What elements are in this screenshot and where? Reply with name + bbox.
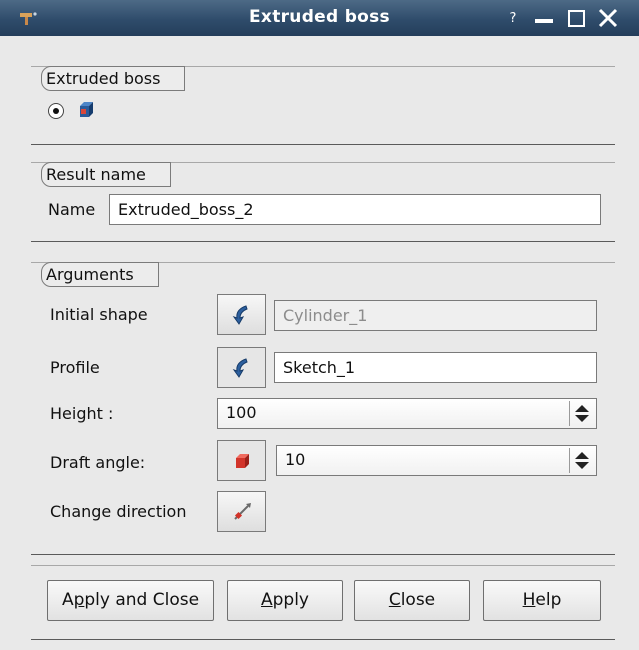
extruded-boss-group-title: Extruded boss [41, 66, 186, 91]
initial-shape-select-button[interactable] [217, 294, 266, 335]
apply-and-close-button[interactable]: Apply and Close [47, 580, 214, 621]
draft-angle-label: Draft angle: [50, 453, 146, 472]
close-window-button[interactable] [594, 0, 622, 36]
selection-arrow-icon [232, 357, 248, 378]
initial-shape-field[interactable]: Cylinder_1 [274, 300, 597, 331]
title-bar[interactable]: Extruded boss ? [0, 0, 639, 36]
initial-shape-label: Initial shape [50, 305, 148, 324]
apply-and-close-text-a: A [61, 590, 74, 610]
arguments-group-title: Arguments [41, 262, 159, 287]
profile-field[interactable]: Sketch_1 [274, 352, 597, 383]
close-text: lose [400, 590, 436, 610]
spin-arrows-icon[interactable] [569, 448, 594, 473]
maximize-icon [568, 10, 585, 27]
apply-and-close-text-b: ply and Close [84, 590, 200, 610]
extruded-boss-group: Extruded boss [31, 66, 615, 145]
help-glyph: ? [509, 10, 517, 26]
result-name-group-title: Result name [41, 162, 171, 187]
selection-arrow-icon [232, 304, 248, 325]
draft-angle-spinbox[interactable]: 10 [276, 445, 597, 476]
name-input[interactable]: Extruded_boss_2 [109, 194, 601, 225]
minimize-icon [535, 19, 553, 23]
profile-label: Profile [50, 358, 100, 377]
close-mnemonic: C [388, 590, 401, 610]
change-direction-label: Change direction [50, 502, 187, 521]
change-direction-button[interactable] [217, 491, 266, 532]
help-button[interactable]: Help [483, 580, 601, 621]
height-spinbox[interactable]: 100 [217, 398, 597, 429]
profile-select-button[interactable] [217, 347, 266, 388]
height-label: Height : [50, 404, 114, 423]
extrusion-type-radio[interactable] [48, 103, 64, 119]
close-button[interactable]: Close [354, 580, 470, 621]
maximize-button[interactable] [564, 0, 590, 36]
close-icon [598, 8, 618, 28]
height-value: 100 [226, 403, 257, 422]
help-text: elp [535, 590, 562, 610]
minimize-button[interactable] [531, 0, 557, 36]
apply-text: pply [272, 590, 309, 610]
draft-face-select-button[interactable] [217, 440, 266, 481]
draft-angle-value: 10 [285, 450, 306, 469]
apply-and-close-mnemonic: p [73, 590, 85, 610]
apply-button[interactable]: Apply [227, 580, 343, 621]
name-label: Name [48, 200, 96, 219]
face-selection-icon [235, 453, 249, 468]
reverse-direction-icon [233, 502, 251, 520]
extrusion-box-icon [80, 102, 93, 117]
apply-mnemonic: A [260, 590, 273, 610]
spin-arrows-icon[interactable] [569, 401, 594, 426]
help-mnemonic: H [522, 590, 536, 610]
help-titlebar-button[interactable]: ? [505, 0, 521, 36]
